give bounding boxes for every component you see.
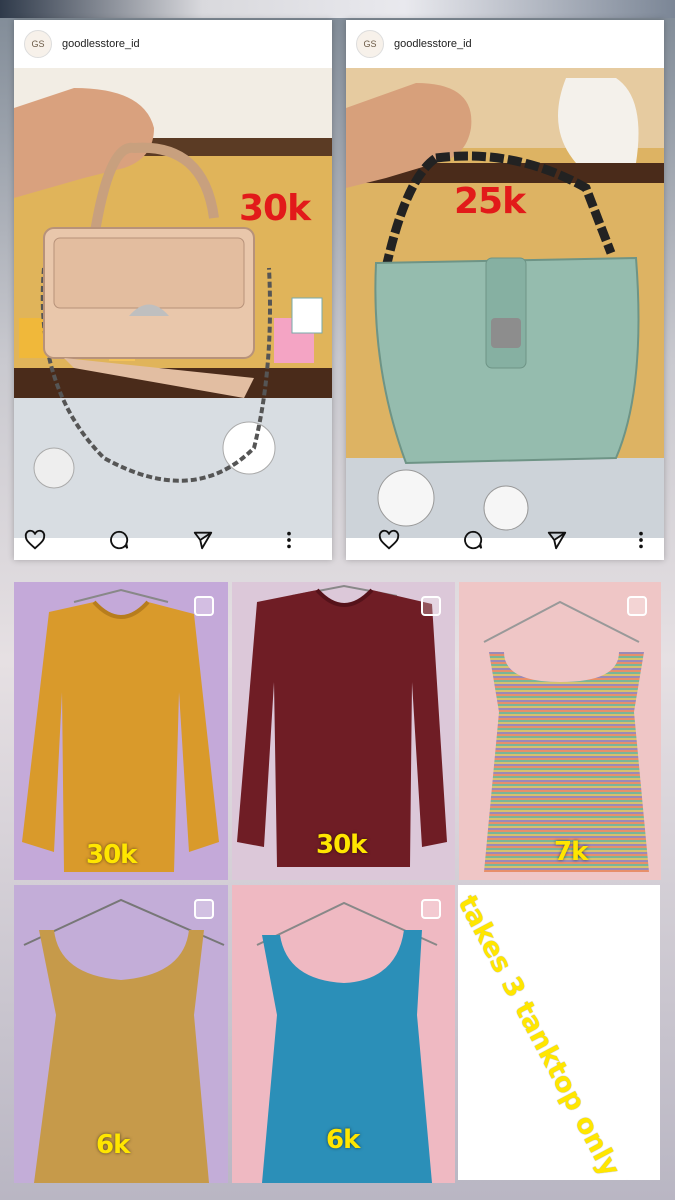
price-label: 25k xyxy=(454,181,526,222)
grid-item-maroon-sweater[interactable]: 30k xyxy=(232,582,455,880)
select-checkbox-icon[interactable] xyxy=(194,596,214,616)
background-strip xyxy=(0,0,675,18)
grid-item-striped-tanktop[interactable]: 7k xyxy=(459,582,661,880)
grid-item-mustard-tanktop[interactable]: 6k xyxy=(14,885,228,1183)
send-icon[interactable] xyxy=(192,529,214,551)
store-avatar[interactable]: GS xyxy=(24,30,52,58)
instagram-post-left: GS goodlesstore_id 30k xyxy=(14,20,332,560)
price-label: 30k xyxy=(316,830,367,860)
post-header: GS goodlesstore_id xyxy=(346,20,664,68)
more-icon[interactable] xyxy=(278,529,300,551)
comment-icon[interactable] xyxy=(108,529,130,551)
heart-icon[interactable] xyxy=(378,529,400,551)
post-username[interactable]: goodlesstore_id xyxy=(62,38,140,50)
bucket-bag-photo xyxy=(346,68,664,538)
instagram-post-right: GS goodlesstore_id 25k xyxy=(346,20,664,560)
price-label: 6k xyxy=(326,1125,360,1155)
post-photo: 30k xyxy=(14,68,332,538)
striped-tanktop-photo xyxy=(483,600,649,872)
heart-icon[interactable] xyxy=(24,529,46,551)
grid-item-mustard-sweater[interactable]: 30k xyxy=(14,582,228,880)
grid-item-blue-tanktop[interactable]: 6k xyxy=(232,885,455,1183)
select-checkbox-icon[interactable] xyxy=(627,596,647,616)
select-checkbox-icon[interactable] xyxy=(194,899,214,919)
more-icon[interactable] xyxy=(630,529,652,551)
bundle-offer-text: takes 3 tanktop only 16k! xyxy=(458,890,660,1180)
price-label: 30k xyxy=(86,840,137,870)
store-avatar[interactable]: GS xyxy=(356,30,384,58)
handbag-photo xyxy=(14,68,332,538)
select-checkbox-icon[interactable] xyxy=(421,596,441,616)
mustard-sweater-photo xyxy=(22,588,219,872)
post-header: GS goodlesstore_id xyxy=(14,20,332,68)
comment-icon[interactable] xyxy=(462,529,484,551)
bundle-offer-panel: takes 3 tanktop only 16k! xyxy=(458,885,660,1180)
post-username[interactable]: goodlesstore_id xyxy=(394,38,472,50)
price-label: 6k xyxy=(96,1130,130,1160)
send-icon[interactable] xyxy=(546,529,568,551)
post-actions xyxy=(346,520,664,560)
post-photo: 25k xyxy=(346,68,664,538)
price-label: 30k xyxy=(239,188,311,229)
post-actions xyxy=(14,520,332,560)
select-checkbox-icon[interactable] xyxy=(421,899,441,919)
price-label: 7k xyxy=(554,837,588,867)
